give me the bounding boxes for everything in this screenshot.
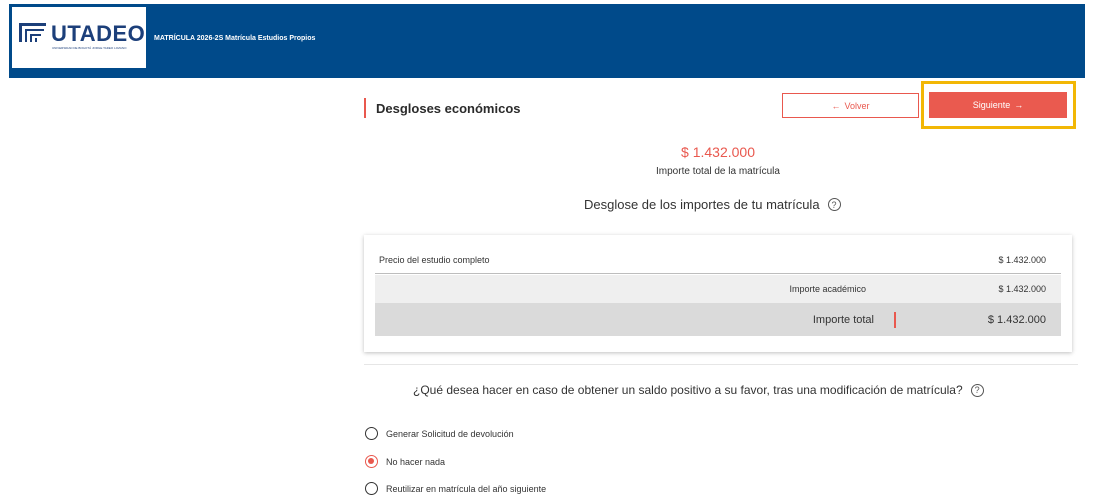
- row-value: $ 1.432.000: [998, 255, 1046, 265]
- help-icon[interactable]: ?: [827, 198, 841, 211]
- arrow-right-icon: →: [1014, 100, 1024, 110]
- radio-label: No hacer nada: [386, 456, 446, 467]
- table-row: Precio del estudio completo $ 1.432.000: [375, 247, 1061, 274]
- breakdown-card: Precio del estudio completo $ 1.432.000 …: [364, 235, 1072, 352]
- radio-button[interactable]: [365, 427, 378, 440]
- page-header-title: MATRÍCULA 2026-2S Matrícula Estudios Pro…: [154, 35, 316, 42]
- next-button[interactable]: Siguiente →: [929, 92, 1067, 118]
- table-row: Importe académico $ 1.432.000: [375, 275, 1061, 303]
- back-button[interactable]: ← Volver: [782, 93, 919, 118]
- radio-button[interactable]: [365, 482, 378, 495]
- radio-button-selected[interactable]: [365, 455, 378, 468]
- logo-subtitle: UNIVERSIDAD DE BOGOTÁ JORGE TADEO LOZANO: [52, 46, 127, 50]
- radio-label: Reutilizar en matrícula del año siguient…: [386, 483, 547, 494]
- back-button-label: Volver: [844, 100, 870, 111]
- total-amount: $ 1.432.000: [681, 144, 755, 160]
- table-row-total: Importe total $ 1.432.000: [375, 303, 1061, 336]
- radio-label: Generar Solicitud de devolución: [386, 428, 514, 439]
- row-label: Importe académico: [789, 284, 866, 294]
- radio-option-nothing[interactable]: No hacer nada: [365, 455, 445, 468]
- row-value: $ 1.432.000: [987, 313, 1046, 326]
- next-button-label: Siguiente: [972, 100, 1011, 110]
- row-value: $ 1.432.000: [998, 284, 1046, 294]
- radio-option-refund[interactable]: Generar Solicitud de devolución: [365, 427, 514, 440]
- breakdown-heading-text: Desglose de los importes de tu matrícula: [584, 197, 820, 212]
- row-label: Precio del estudio completo: [379, 255, 490, 265]
- radio-option-reuse[interactable]: Reutilizar en matrícula del año siguient…: [365, 482, 546, 495]
- breakdown-heading: Desglose de los importes de tu matrícula…: [584, 197, 841, 212]
- help-icon[interactable]: ?: [970, 383, 984, 397]
- section-title: Desgloses económicos: [376, 101, 521, 116]
- utadeo-logo-icon: [19, 23, 46, 42]
- logo-text: UTADEO: [51, 21, 146, 46]
- divider: [364, 364, 1078, 365]
- total-caption: Importe total de la matrícula: [656, 166, 780, 177]
- arrow-left-icon: ←: [831, 100, 841, 111]
- logo[interactable]: UTADEO UNIVERSIDAD DE BOGOTÁ JORGE TADEO…: [12, 7, 146, 68]
- section-marker: [364, 98, 366, 118]
- refund-question-text: ¿Qué desea hacer en caso de obtener un s…: [413, 383, 963, 397]
- row-label: Importe total: [812, 313, 874, 326]
- top-bar: UTADEO UNIVERSIDAD DE BOGOTÁ JORGE TADEO…: [9, 4, 1085, 78]
- refund-question: ¿Qué desea hacer en caso de obtener un s…: [413, 383, 984, 397]
